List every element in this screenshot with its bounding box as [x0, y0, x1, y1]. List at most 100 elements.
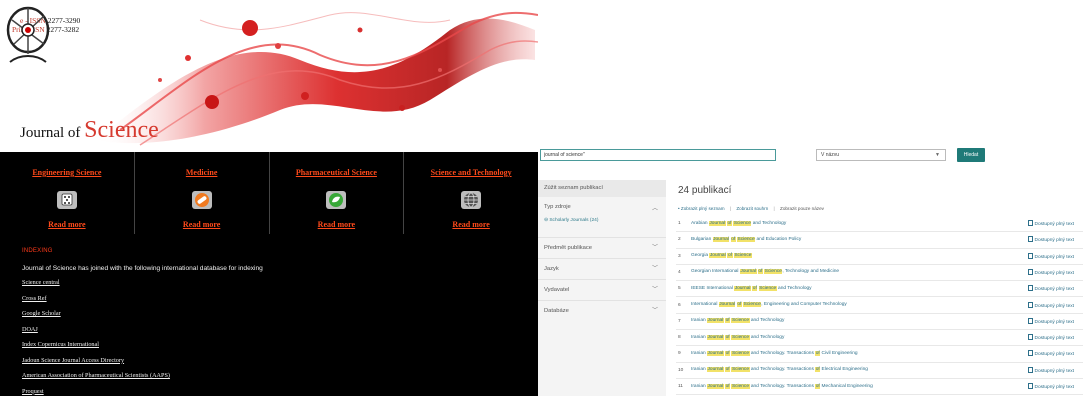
indexing-link[interactable]: Proquest	[22, 388, 170, 396]
query-highlight: Journal	[718, 302, 736, 307]
facet-database[interactable]: Databáze ﹀	[538, 301, 666, 322]
full-text-link[interactable]: Dostupný plný text	[1028, 350, 1074, 357]
title-text: and Technology. Transactions	[749, 383, 816, 389]
title-text: and Technology. Transactions	[749, 350, 816, 356]
search-input[interactable]	[540, 149, 776, 161]
full-text-link[interactable]: Dostupný plný text	[1028, 301, 1074, 309]
full-text-link[interactable]: Dostupný plný text	[1028, 317, 1074, 325]
facet-publisher[interactable]: Vydavatel ﹀	[538, 280, 666, 301]
result-title-link[interactable]: International Journal of Science, Engine…	[691, 302, 847, 307]
result-row: 7 Iranian Journal of Science and Technolo…	[676, 314, 1083, 331]
result-title-link[interactable]: Bulgarian Journal of Science and Educati…	[691, 236, 801, 242]
show-full-list-link[interactable]: Zobrazit plný seznam	[681, 206, 725, 211]
document-icon	[1028, 220, 1033, 226]
result-row: 4 Georgian International Journal of Scien…	[676, 265, 1083, 282]
show-summary-link[interactable]: Zobrazit souhrn	[736, 206, 768, 211]
result-row: 1 Arabian Journal of Science and Technolo…	[676, 216, 1083, 233]
query-highlight: Journal	[709, 253, 727, 259]
full-text-label: Dostupný plný text	[1034, 303, 1074, 309]
title-text: Iranian	[691, 318, 707, 324]
indexing-link[interactable]: DOAJ	[22, 326, 170, 342]
full-text-link[interactable]: Dostupný plný text	[1028, 268, 1074, 276]
read-more-link[interactable]: Read more	[135, 220, 269, 229]
full-text-label: Dostupný plný text	[1034, 270, 1074, 276]
document-icon	[1028, 236, 1033, 243]
query-highlight: Journal	[707, 367, 724, 373]
read-more-link[interactable]: Read more	[0, 220, 134, 229]
result-title-link[interactable]: Iranian Journal of Science and Technolog…	[691, 383, 873, 389]
result-title-link[interactable]: Iranian Journal of Science and Technolog…	[691, 367, 868, 373]
title-text: and Technology. Transactions	[749, 367, 816, 373]
full-text-link[interactable]: Dostupný plný text	[1028, 252, 1074, 260]
full-text-label: Dostupný plný text	[1034, 336, 1074, 342]
journal-logo-icon	[6, 6, 50, 63]
full-text-link[interactable]: Dostupný plný text	[1028, 285, 1074, 292]
result-title-link[interactable]: Iranian Journal of Science and Technolog…	[691, 350, 858, 356]
separator: |	[773, 206, 775, 211]
indexing-link[interactable]: Index Copernicus International	[22, 341, 170, 357]
result-number: 4	[678, 269, 681, 275]
query-highlight: Journal	[707, 383, 724, 389]
scope-selected-value: V názvu	[821, 152, 840, 158]
sidebar-heading: Zúžit seznam publikací	[538, 180, 666, 197]
result-title-link[interactable]: Georgian International Journal of Scienc…	[691, 269, 839, 275]
full-text-label: Dostupný plný text	[1034, 222, 1074, 227]
search-button[interactable]: Hledat	[957, 148, 985, 162]
result-title-link[interactable]: Georgia Journal of Science	[691, 253, 752, 259]
document-icon	[1028, 366, 1033, 373]
indexing-link[interactable]: Cross Ref	[22, 295, 170, 311]
facet-language[interactable]: Jazyk ﹀	[538, 259, 666, 280]
full-text-link[interactable]: Dostupný plný text	[1028, 334, 1074, 341]
query-highlight: Science	[731, 367, 750, 373]
full-text-link[interactable]: Dostupný plný text	[1028, 220, 1074, 227]
facet-source-type[interactable]: Typ zdroje ︿ ⊖ Scholarly Journals (24)	[538, 200, 666, 238]
indexing-link[interactable]: Google Scholar	[22, 310, 170, 326]
dice-icon[interactable]	[56, 190, 78, 210]
result-row: 2 Bulgarian Journal of Science and Educat…	[676, 232, 1083, 249]
leaf-icon[interactable]	[325, 190, 347, 210]
category-title[interactable]: Pharmaceutical Science	[270, 168, 404, 177]
indexing-link[interactable]: Science central	[22, 279, 170, 295]
category-title[interactable]: Science and Technology	[404, 168, 538, 177]
result-title-link[interactable]: Arabian Journal of Science and Technolog…	[691, 220, 786, 226]
result-title-link[interactable]: Iranian Journal of Science and Technolog…	[691, 318, 784, 324]
site-banner: e - ISSN 2277-3290 Print ISSN 2277-3282 …	[0, 0, 538, 152]
search-results-page: V názvu ▼ Hledat Zúžit seznam publikací …	[538, 0, 1083, 396]
title-text: Iranian	[691, 383, 707, 389]
full-text-link[interactable]: Dostupný plný text	[1028, 366, 1074, 374]
site-content: Engineering Science Read more Medicine R…	[0, 152, 538, 396]
chevron-down-icon: ﹀	[651, 266, 658, 272]
query-highlight: Science	[731, 334, 750, 340]
read-more-link[interactable]: Read more	[404, 220, 538, 229]
facet-option[interactable]: ⊖ Scholarly Journals (24)	[544, 218, 660, 223]
search-scope-select[interactable]: V názvu ▼	[816, 149, 946, 161]
result-title-link[interactable]: IEESE International Journal of Science a…	[691, 285, 812, 291]
globe-icon[interactable]	[460, 190, 482, 210]
category-title[interactable]: Medicine	[135, 168, 269, 177]
query-highlight: Journal	[707, 318, 724, 324]
category-engineering: Engineering Science Read more	[0, 152, 135, 234]
full-text-link[interactable]: Dostupný plný text	[1028, 236, 1074, 243]
result-number: 11	[678, 384, 683, 389]
view-actions: • Zobrazit plný seznam | Zobrazit souhrn…	[678, 206, 824, 211]
facet-label: Vydavatel	[544, 287, 570, 293]
facet-label: Jazyk	[544, 266, 559, 272]
result-row: 3 Georgia Journal of Science Dostupný plný…	[676, 249, 1083, 265]
document-icon	[1028, 285, 1033, 292]
title-text: Bulgarian	[691, 236, 713, 242]
result-title-link[interactable]: Iranian Journal of Science and Technolog…	[691, 334, 784, 340]
full-text-link[interactable]: Dostupný plný text	[1028, 383, 1074, 390]
facet-subject[interactable]: Předmět publikace ﹀	[538, 238, 666, 259]
category-title[interactable]: Engineering Science	[0, 168, 134, 177]
indexing-link[interactable]: American Association of Pharmaceutical S…	[22, 372, 170, 388]
result-number: 8	[678, 335, 681, 341]
screenshot-root: e - ISSN 2277-3290 Print ISSN 2277-3282 …	[0, 0, 1083, 396]
indexing-heading: INDEXING	[22, 248, 53, 254]
pill-icon[interactable]	[191, 190, 213, 210]
indexing-link[interactable]: Jadoun Science Journal Access Directory	[22, 357, 170, 373]
read-more-link[interactable]: Read more	[270, 220, 404, 229]
show-titles-only-link[interactable]: Zobrazit pouze název	[780, 206, 824, 211]
title-text: Georgian International	[691, 269, 740, 275]
title-text: , Engineering and Computer Technology	[761, 302, 847, 307]
title-text: and Technology	[776, 285, 812, 291]
